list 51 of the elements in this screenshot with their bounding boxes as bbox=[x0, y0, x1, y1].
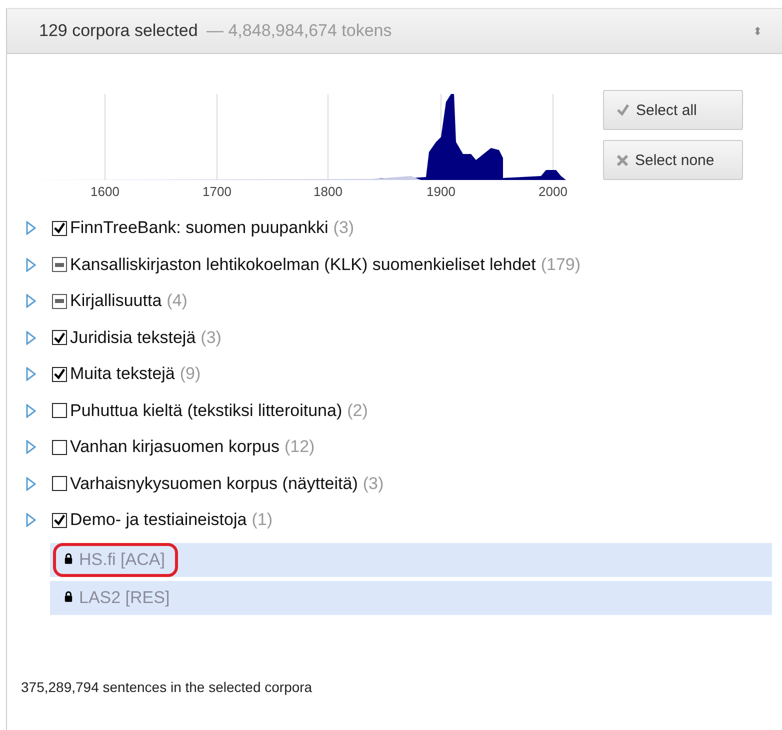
corpus-count: (179) bbox=[540, 254, 581, 275]
selected-count: 129 corpora selected bbox=[39, 21, 198, 41]
year-label: 1700 bbox=[202, 184, 232, 199]
corpus-name[interactable]: Demo- ja testiaineistoja bbox=[70, 510, 247, 530]
expand-arrow-icon[interactable] bbox=[26, 440, 36, 454]
corpus-count: (12) bbox=[284, 437, 315, 458]
checkbox[interactable] bbox=[52, 512, 67, 528]
corpus-count: (1) bbox=[252, 510, 272, 530]
corpus-name[interactable]: Varhaisnykysuomen korpus (näytteitä) bbox=[70, 474, 358, 494]
sentence-count: 375,289,794 sentences in the selected corpora bbox=[21, 678, 314, 694]
year-label: 2000 bbox=[538, 184, 568, 199]
expand-arrow-icon[interactable] bbox=[26, 294, 36, 308]
corpus-name[interactable]: Kansalliskirjaston lehtikokoelman (KLK) suomenkieliset lehdet bbox=[70, 254, 536, 275]
expand-arrow-icon[interactable] bbox=[26, 404, 36, 418]
select-none-button[interactable]: Select none bbox=[603, 140, 743, 180]
checkbox[interactable] bbox=[52, 476, 67, 492]
corpus-name[interactable]: Juridisia tekstejä bbox=[70, 328, 196, 348]
checkbox[interactable] bbox=[52, 440, 67, 455]
expand-arrow-icon[interactable] bbox=[26, 367, 36, 382]
year-label: 1800 bbox=[312, 184, 344, 199]
cross-icon bbox=[616, 154, 629, 166]
check-icon bbox=[616, 103, 630, 117]
expand-arrow-icon[interactable] bbox=[26, 330, 36, 345]
select-all-button[interactable]: Select all bbox=[603, 90, 743, 130]
checkbox[interactable] bbox=[52, 330, 67, 346]
corpus-count: (3) bbox=[200, 328, 222, 348]
token-count: — 4,848,984,674 tokens bbox=[206, 21, 392, 41]
corpus-name[interactable]: Vanhan kirjasuomen korpus bbox=[70, 437, 280, 458]
locked-corpus-name: HS.fi [ACA] bbox=[79, 550, 165, 570]
locked-corpus-name: LAS2 [RES] bbox=[79, 588, 170, 608]
checkbox[interactable] bbox=[52, 403, 67, 418]
checkbox[interactable] bbox=[52, 366, 67, 382]
checkbox[interactable] bbox=[52, 220, 67, 236]
expand-arrow-icon[interactable] bbox=[26, 476, 36, 491]
expand-arrow-icon[interactable] bbox=[26, 258, 36, 272]
corpus-name[interactable]: FinnTreeBank: suomen puupankki bbox=[70, 218, 328, 238]
corpus-count: (3) bbox=[333, 218, 354, 238]
corpus-selector-header[interactable]: 129 corpora selected — 4,848,984,674 tokens ⬍ bbox=[7, 9, 782, 54]
expand-arrow-icon[interactable] bbox=[26, 221, 36, 236]
year-label: 1900 bbox=[426, 184, 456, 199]
year-label: 1600 bbox=[90, 184, 120, 199]
corpus-name[interactable]: Puhuttua kieltä (tekstiksi litteroituna) bbox=[70, 400, 342, 421]
corpus-count: (4) bbox=[166, 291, 188, 312]
corpus-count: (3) bbox=[362, 474, 384, 494]
corpus-count: (2) bbox=[347, 400, 368, 421]
checkbox[interactable] bbox=[52, 257, 67, 272]
checkbox[interactable] bbox=[52, 294, 67, 309]
corpus-count: (9) bbox=[180, 364, 201, 384]
expand-arrow-icon[interactable] bbox=[26, 513, 36, 528]
corpus-name[interactable]: Kirjallisuutta bbox=[70, 291, 162, 312]
corpus-name[interactable]: Muita tekstejä bbox=[70, 364, 175, 384]
